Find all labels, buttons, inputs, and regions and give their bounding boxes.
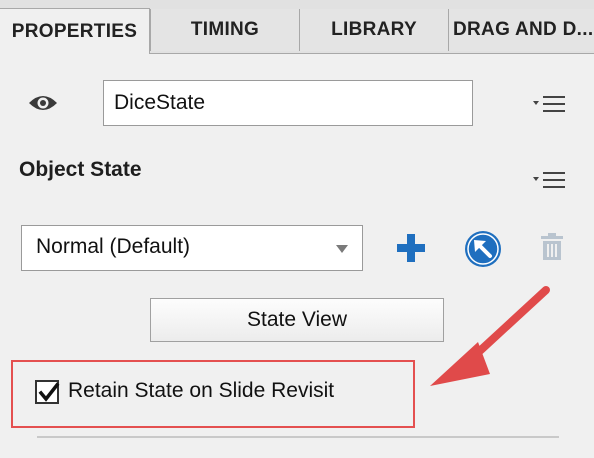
annotation-arrow-icon [430, 286, 550, 386]
